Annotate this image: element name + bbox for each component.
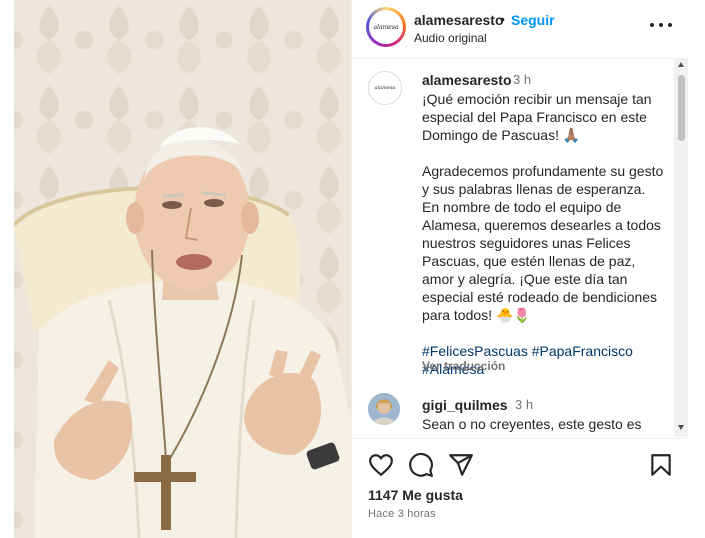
scroll-down-arrow-icon[interactable]: [678, 425, 684, 430]
instagram-post-modal: alamesa alamesaresto • Seguir Audio orig…: [14, 0, 688, 538]
comment-icon[interactable]: [408, 452, 434, 478]
caption-time[interactable]: 3 h: [513, 72, 531, 87]
header-separator: •: [500, 11, 505, 27]
hashtag-papafrancisco[interactable]: #PapaFrancisco: [532, 343, 633, 359]
hashtag-felicespascuas[interactable]: #FelicesPascuas: [422, 343, 528, 359]
post-actions: 1147 Me gusta Hace 3 horas: [352, 438, 688, 538]
scroll-up-arrow-icon[interactable]: [678, 62, 684, 67]
comment-time[interactable]: 3 h: [515, 397, 533, 412]
bookmark-icon[interactable]: [648, 452, 674, 478]
commenter-avatar[interactable]: [368, 393, 400, 425]
caption-avatar[interactable]: alamesa: [368, 71, 402, 105]
more-options-icon[interactable]: [650, 18, 672, 32]
post-video[interactable]: [14, 0, 351, 538]
caption-username[interactable]: alamesaresto: [422, 72, 512, 88]
comments-scrollbar[interactable]: [674, 59, 688, 437]
audio-link[interactable]: Audio original: [414, 31, 487, 45]
profile-avatar[interactable]: alamesa: [366, 7, 406, 47]
caption-paragraph-2: Agradecemos profundamente su gesto y sus…: [422, 163, 664, 323]
video-frame-illustration: [14, 0, 351, 538]
post-sidebar: alamesa alamesaresto • Seguir Audio orig…: [351, 0, 688, 538]
caption-text: ¡Qué emoción recibir un mensaje tan espe…: [422, 90, 664, 378]
see-translation-link[interactable]: Ver traducción: [422, 359, 505, 373]
share-icon[interactable]: [448, 452, 474, 478]
post-header: alamesa alamesaresto • Seguir Audio orig…: [352, 0, 688, 59]
profile-avatar-logo: alamesa: [369, 10, 403, 44]
header-username[interactable]: alamesaresto: [414, 12, 504, 28]
heart-icon[interactable]: [368, 452, 394, 478]
follow-button[interactable]: Seguir: [511, 12, 555, 28]
scrollbar-thumb[interactable]: [678, 75, 685, 141]
comments-section[interactable]: alamesa alamesaresto 3 h ¡Qué emoción re…: [352, 59, 674, 437]
post-timestamp[interactable]: Hace 3 horas: [368, 508, 436, 520]
caption-paragraph-1: ¡Qué emoción recibir un mensaje tan espe…: [422, 91, 652, 143]
comment-text: Sean o no creyentes, este gesto es marav…: [422, 416, 642, 437]
commenter-username[interactable]: gigi_quilmes: [422, 397, 508, 413]
likes-count[interactable]: 1147 Me gusta: [368, 487, 463, 503]
